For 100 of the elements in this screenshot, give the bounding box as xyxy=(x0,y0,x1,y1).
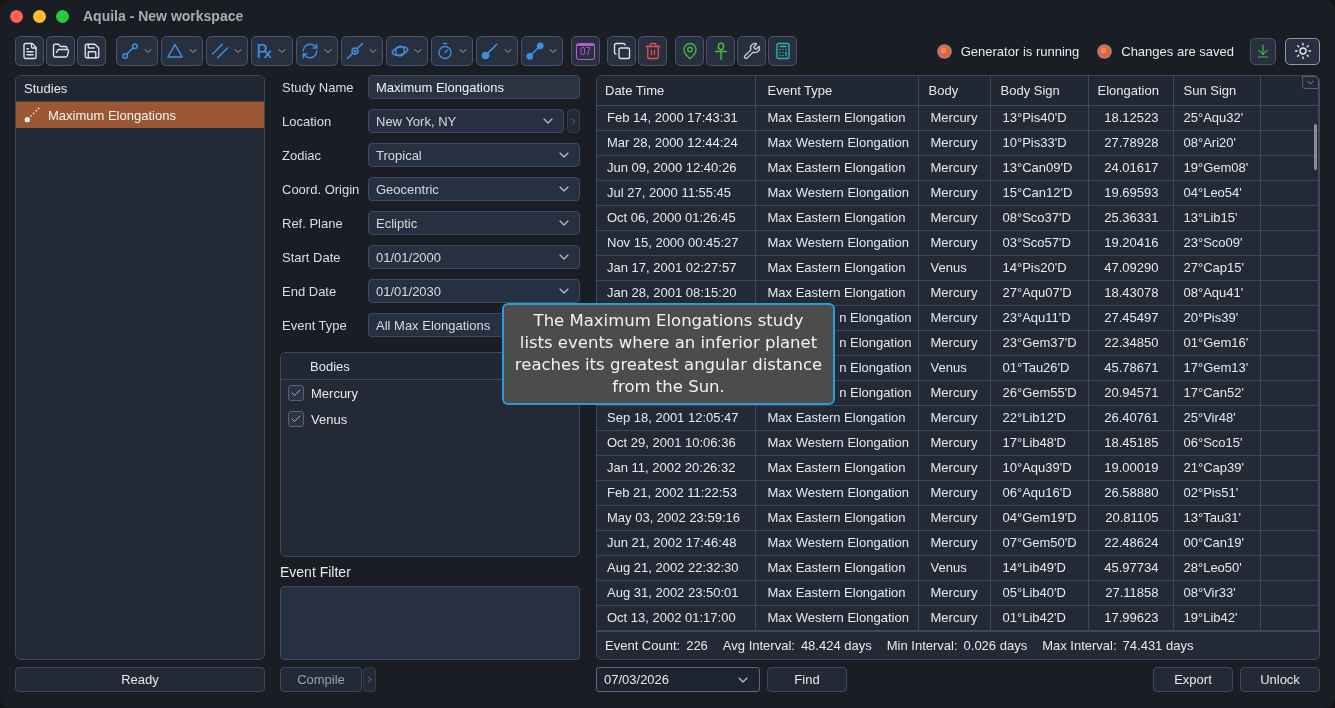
toolbar-button[interactable] xyxy=(607,36,636,66)
date-dropdown[interactable]: 07/03/2026 xyxy=(596,667,760,692)
table-cell: Mercury xyxy=(918,330,990,355)
toolbar-button[interactable] xyxy=(77,36,106,66)
minimize-button[interactable] xyxy=(33,9,46,23)
table-cell: 23°Sco09' xyxy=(1173,230,1260,255)
toolbar-button[interactable] xyxy=(15,36,44,66)
toolbar-button[interactable] xyxy=(706,36,735,66)
column-header[interactable]: Date Time xyxy=(597,76,755,105)
toolbar-button[interactable] xyxy=(1285,37,1320,65)
column-header[interactable]: Event Type xyxy=(755,76,918,105)
column-header[interactable]: Sun Sign xyxy=(1173,76,1260,105)
table-cell: 25.36331 xyxy=(1088,205,1173,230)
study-list-item[interactable]: Maximum Elongations xyxy=(16,102,264,128)
table-cell: Max Eastern Elongation xyxy=(755,455,918,480)
table-cell: n Elongation xyxy=(839,335,912,350)
table-cell: 27.11858 xyxy=(1088,580,1173,605)
summary-value: 0.026 days xyxy=(963,638,1028,653)
trash-icon xyxy=(643,42,662,60)
stopwatch-icon xyxy=(435,42,454,60)
table-cell: 13°Can09'D xyxy=(990,155,1088,180)
table-cell: 25°Vir48' xyxy=(1173,405,1260,430)
table-cell: Max Eastern Elongation xyxy=(755,580,918,605)
table-cell: 20.81105 xyxy=(1088,505,1173,530)
table-cell: 20°Pis39' xyxy=(1173,305,1260,330)
connected-dots-icon xyxy=(525,42,544,60)
dropdown-field[interactable]: 01/01/2030 xyxy=(368,279,580,303)
action-button[interactable]: Export xyxy=(1153,667,1233,692)
wrench-icon xyxy=(742,42,761,60)
toolbar-button[interactable] xyxy=(46,36,75,66)
table-cell: 05°Lib40'D xyxy=(990,580,1088,605)
zoom-button[interactable] xyxy=(56,9,69,23)
table-cell: 22.48624 xyxy=(1088,530,1173,555)
scrollbar[interactable] xyxy=(1314,124,1317,170)
table-cell: 06°Sco15' xyxy=(1173,430,1260,455)
dropdown-field[interactable]: All Max Elongations xyxy=(368,313,502,337)
table-cell: 07°Gem50'D xyxy=(990,530,1088,555)
table-cell: 15°Can12'D xyxy=(990,180,1088,205)
dropdown-field[interactable]: Geocentric xyxy=(368,177,580,201)
table-cell: Mercury xyxy=(918,455,990,480)
dropdown-field[interactable]: 01/01/2000 xyxy=(368,245,580,269)
table-cell: 17°Lib48'D xyxy=(990,430,1088,455)
close-button[interactable] xyxy=(10,9,23,23)
table-cell: 26°Gem55'D xyxy=(990,380,1088,405)
table-cell: Mercury xyxy=(918,380,990,405)
table-cell: 23°Gem37'D xyxy=(990,330,1088,355)
summary-label: Event Count: xyxy=(605,638,681,653)
status-button[interactable]: Ready xyxy=(15,667,265,692)
window-title: Aquila - New workspace xyxy=(83,8,244,24)
text-field[interactable]: Maximum Elongations xyxy=(368,75,580,99)
column-header[interactable]: Body Sign xyxy=(990,76,1088,105)
table-cell: 00°Can19' xyxy=(1173,530,1260,555)
table-cell: 28°Leo50' xyxy=(1173,555,1260,580)
field-label: Study Name xyxy=(281,79,355,95)
dropdown-field[interactable]: New York, NY xyxy=(368,109,564,133)
column-header[interactable]: Body xyxy=(918,76,990,105)
table-cell: 14°Pis20'D xyxy=(990,255,1088,280)
table-cell: Max Eastern Elongation xyxy=(755,155,918,180)
field-label: Zodiac xyxy=(281,147,323,163)
table-cell: n Elongation xyxy=(839,310,912,325)
table-cell: Mercury xyxy=(918,530,990,555)
table-cell: Mercury xyxy=(918,105,990,130)
sun-icon xyxy=(1293,42,1312,60)
checkbox[interactable] xyxy=(288,411,304,427)
table-cell: 18.12523 xyxy=(1088,105,1173,130)
toolbar-button[interactable] xyxy=(768,36,797,66)
document-icon xyxy=(20,42,39,60)
table-cell: Mercury xyxy=(918,130,990,155)
checkbox-label: Venus xyxy=(311,411,348,427)
table-cell: Feb 14, 2000 17:43:31 xyxy=(597,105,755,130)
checkbox[interactable] xyxy=(288,385,304,401)
summary-value: 74.431 days xyxy=(1122,638,1194,653)
table-cell: Mercury xyxy=(918,480,990,505)
table-cell: 22.34850 xyxy=(1088,330,1173,355)
table-cell: Mercury xyxy=(918,230,990,255)
field-label: Location xyxy=(281,113,333,129)
table-cell: Max Eastern Elongation xyxy=(755,255,918,280)
table-cell: 19.00019 xyxy=(1088,455,1173,480)
table-cell: 19°Lib42' xyxy=(1173,605,1260,630)
toolbar-button[interactable] xyxy=(737,36,766,66)
field-label: End Date xyxy=(281,283,338,299)
refresh-icon xyxy=(300,42,319,60)
table-cell: May 03, 2002 23:59:16 xyxy=(597,505,755,530)
column-header[interactable]: Elongation xyxy=(1088,76,1173,105)
check-icon xyxy=(290,387,302,399)
dropdown-field[interactable]: Ecliptic xyxy=(368,211,580,235)
table-cell: Venus xyxy=(918,355,990,380)
save-icon xyxy=(82,42,101,60)
table-cell: 13°Tau31' xyxy=(1173,505,1260,530)
table-cell: 24.01617 xyxy=(1088,155,1173,180)
table-cell: 27°Cap15' xyxy=(1173,255,1260,280)
toolbar-button[interactable] xyxy=(675,36,704,66)
table-cell: Mercury xyxy=(918,180,990,205)
find-button[interactable]: Find xyxy=(767,667,847,692)
dropdown-field[interactable]: Tropical xyxy=(368,143,580,167)
table-cell: Mercury xyxy=(918,155,990,180)
toolbar-button[interactable]: 07 xyxy=(571,36,600,66)
toolbar-button[interactable]: ℞ xyxy=(251,36,293,66)
column-menu-button[interactable] xyxy=(1302,76,1319,89)
action-button[interactable]: Unlock xyxy=(1240,667,1320,692)
